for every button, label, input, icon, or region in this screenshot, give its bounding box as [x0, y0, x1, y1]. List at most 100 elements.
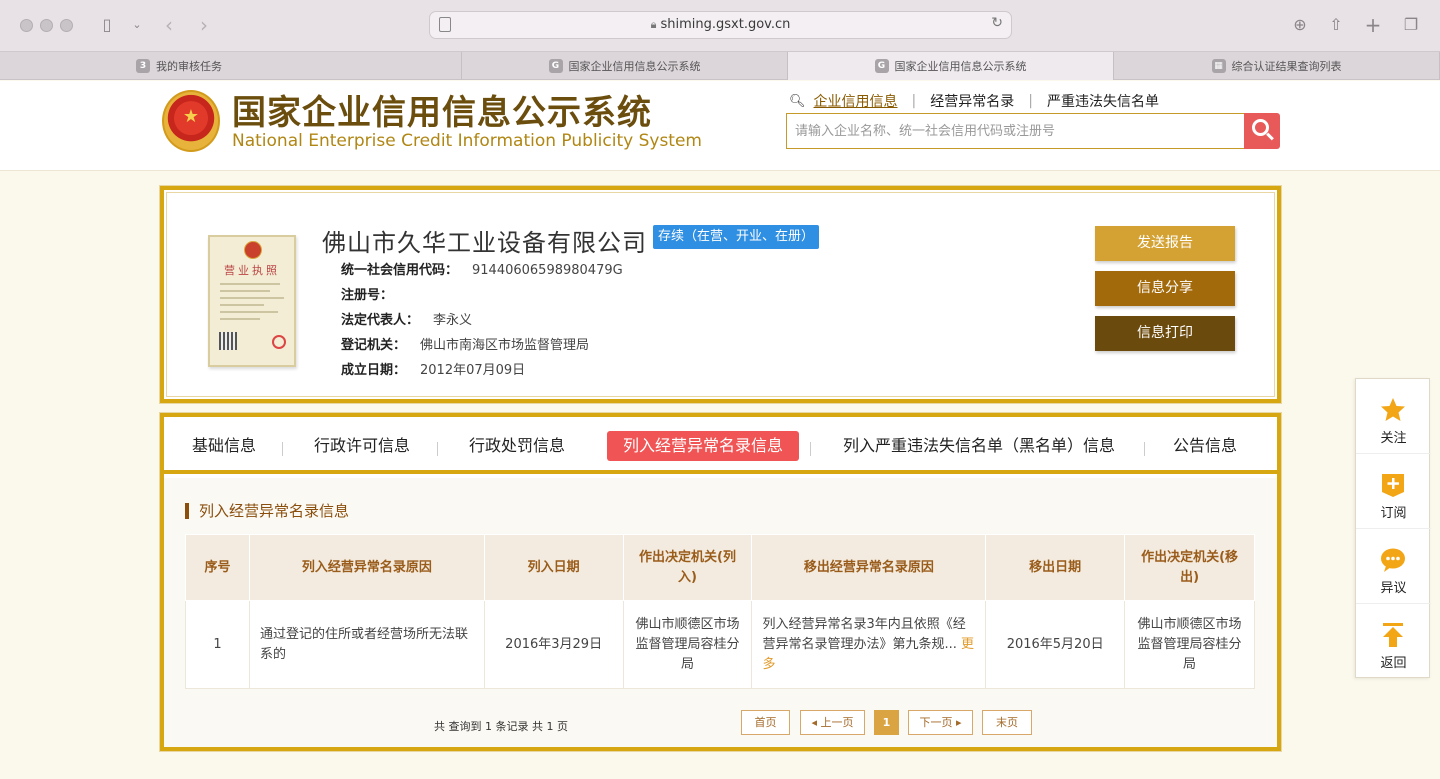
nav-divider: | [911, 93, 917, 109]
info-reg-number: 注册号： [341, 288, 394, 303]
tab-label: 我的审核任务 [156, 60, 222, 73]
national-emblem-logo: ★ [162, 90, 220, 152]
info-reg-authority: 登记机关： 佛山市南海区市场监督管理局 [341, 338, 590, 353]
business-license-image[interactable]: 营业执照 [208, 235, 296, 367]
side-label: 返回 [1380, 656, 1407, 671]
col-header-reason-in: 列入经营异常名录原因 [248, 534, 485, 601]
tab-admin-license[interactable]: 行政许可信息 [314, 431, 410, 461]
tab-label: 综合认证结果查询列表 [1231, 60, 1342, 73]
cell-reason-in: 通过登记的住所或者经营场所无法联系的 [248, 600, 485, 689]
cell-reason-out: 列入经营异常名录3年内且依照《经营异常名录管理办法》第九条规... 更多 [751, 600, 987, 689]
url-text: shiming.gsxt.gov.cn [660, 17, 791, 32]
chevron-down-icon[interactable]: ⌄ [126, 14, 148, 36]
search-icon: 🔍︎ [789, 93, 806, 109]
company-name: 佛山市久华工业设备有限公司 [322, 229, 647, 257]
send-report-button[interactable]: 发送报告 [1095, 226, 1235, 261]
side-toolbar: 关注 订阅 异议 返回 [1355, 378, 1431, 679]
seal-stamp [272, 335, 286, 349]
nav-credit-info[interactable]: 企业信用信息 [814, 91, 898, 111]
cell-index: 1 [185, 600, 250, 689]
side-label: 订阅 [1380, 506, 1407, 521]
objection-button[interactable]: 异议 [1356, 529, 1431, 604]
tab-blacklist[interactable]: 列入严重违法失信名单（黑名单）信息 [843, 431, 1115, 461]
pager-last-button[interactable]: 末页 [982, 710, 1032, 735]
site-title: 国家企业信用信息公示系统 [232, 93, 652, 133]
col-header-authority-out: 作出决定机关(移出) [1124, 534, 1255, 601]
tab-admin-penalty[interactable]: 行政处罚信息 [469, 431, 565, 461]
tab-label: 国家企业信用信息公示系统 [894, 60, 1027, 73]
search-button[interactable] [1244, 113, 1280, 149]
star-icon [1381, 398, 1405, 421]
tab-favicon: ▦ [1211, 59, 1226, 73]
col-header-reason-out: 移出经营异常名录原因 [751, 534, 987, 601]
col-header-index: 序号 [185, 534, 250, 601]
top-nav: 🔍︎ 企业信用信息 | 经营异常名录 | 严重违法失信名单 [789, 91, 1159, 111]
col-header-date-in: 列入日期 [483, 534, 624, 601]
subscribe-icon [1382, 474, 1404, 497]
download-icon[interactable]: ⊕ [1289, 14, 1311, 36]
pager-next-button[interactable]: 下一页 ▸ [908, 710, 973, 735]
cell-authority-in: 佛山市顺德区市场监督管理局容桂分局 [622, 600, 753, 689]
back-top-icon [1383, 623, 1403, 647]
chat-icon [1381, 548, 1405, 572]
zoom-window-button[interactable] [60, 19, 73, 32]
tab-abnormal-list[interactable]: 列入经营异常名录信息 [607, 431, 800, 461]
pager-total: 共 查询到 1 条记录 共 1 页 [434, 720, 568, 733]
browser-toolbar: ▯ ⌄ ‹ › 🔒︎ shiming.gsxt.gov.cn ↻ ⊕ ⇧ + ❐ [0, 0, 1440, 52]
col-header-authority-in: 作出决定机关(列入) [622, 534, 753, 601]
browser-tab-active[interactable]: G 国家企业信用信息公示系统 [788, 52, 1114, 80]
tab-favicon: G [548, 59, 563, 73]
qr-code [219, 332, 237, 350]
browser-tab[interactable]: ▦ 综合认证结果查询列表 [1114, 52, 1440, 80]
company-panel: 营业执照 佛山市久华工业设备有限公司 存续（在营、开业、在册） 统一社会信用代码… [159, 185, 1282, 404]
info-credit-code: 统一社会信用代码： 91440606598980479G [341, 263, 623, 278]
browser-tab[interactable]: G 国家企业信用信息公示系统 [462, 52, 788, 80]
search-box [786, 113, 1246, 149]
detail-tabbar: 基础信息 行政许可信息 行政处罚信息 列入经营异常名录信息 列入严重违法失信名单… [164, 417, 1277, 474]
nav-blacklist[interactable]: 严重违法失信名单 [1047, 91, 1159, 111]
address-bar[interactable]: 🔒︎ shiming.gsxt.gov.cn ↻ [429, 11, 1012, 39]
close-window-button[interactable] [20, 19, 33, 32]
share-icon[interactable]: ⇧ [1325, 14, 1347, 36]
tab-overview-icon[interactable]: ❐ [1400, 14, 1422, 36]
table-header-row: 序号 列入经营异常名录原因 列入日期 作出决定机关(列入) 移出经营异常名录原因… [185, 534, 1255, 601]
pager-current-page[interactable]: 1 [874, 710, 899, 735]
nav-divider: | [1028, 93, 1033, 109]
pager-prev-button[interactable]: ◂ 上一页 [800, 710, 865, 735]
col-header-date-out: 移出日期 [985, 534, 1126, 601]
side-label: 异议 [1380, 581, 1407, 596]
cell-date-out: 2016年5月20日 [985, 600, 1126, 689]
tab-favicon: G [874, 59, 889, 73]
status-badge: 存续（在营、开业、在册） [653, 225, 820, 249]
info-founding-date: 成立日期： 2012年07月09日 [341, 363, 526, 378]
site-subtitle: National Enterprise Credit Information P… [232, 131, 702, 151]
lock-icon: 🔒︎ [650, 18, 657, 31]
reload-icon[interactable]: ↻ [991, 15, 1003, 31]
section-title: 列入经营异常名录信息 [185, 503, 349, 519]
back-icon[interactable]: ‹ [158, 14, 180, 36]
minimize-window-button[interactable] [40, 19, 53, 32]
tab-basic-info[interactable]: 基础信息 [192, 431, 256, 461]
table-row: 1 通过登记的住所或者经营场所无法联系的 2016年3月29日 佛山市顺德区市场… [185, 600, 1255, 689]
browser-tabs: 3 我的审核任务 G 国家企业信用信息公示系统 G 国家企业信用信息公示系统 ▦ 综合认… [0, 52, 1440, 80]
new-tab-icon[interactable]: + [1362, 14, 1384, 36]
follow-button[interactable]: 关注 [1356, 379, 1431, 454]
nav-abnormal-list[interactable]: 经营异常名录 [930, 91, 1014, 111]
abnormal-table: 序号 列入经营异常名录原因 列入日期 作出决定机关(列入) 移出经营异常名录原因… [185, 534, 1255, 689]
print-info-button[interactable]: 信息打印 [1095, 316, 1235, 351]
tab-announcements[interactable]: 公告信息 [1173, 431, 1237, 461]
sidebar-toggle-icon[interactable]: ▯ [96, 14, 118, 36]
search-input[interactable] [787, 114, 1245, 148]
detail-panel: 基础信息 行政许可信息 行政处罚信息 列入经营异常名录信息 列入严重违法失信名单… [159, 412, 1282, 752]
cell-authority-out: 佛山市顺德区市场监督管理局容桂分局 [1124, 600, 1255, 689]
browser-tab[interactable]: 3 我的审核任务 [0, 52, 462, 80]
tab-label: 国家企业信用信息公示系统 [568, 60, 701, 73]
license-title: 营业执照 [224, 264, 280, 277]
back-to-top-button[interactable]: 返回 [1356, 604, 1431, 679]
subscribe-button[interactable]: 订阅 [1356, 454, 1431, 529]
pager-first-button[interactable]: 首页 [741, 710, 790, 735]
side-label: 关注 [1380, 431, 1407, 446]
share-info-button[interactable]: 信息分享 [1095, 271, 1235, 306]
info-legal-rep: 法定代表人： 李永义 [341, 313, 473, 328]
forward-icon[interactable]: › [193, 14, 215, 36]
